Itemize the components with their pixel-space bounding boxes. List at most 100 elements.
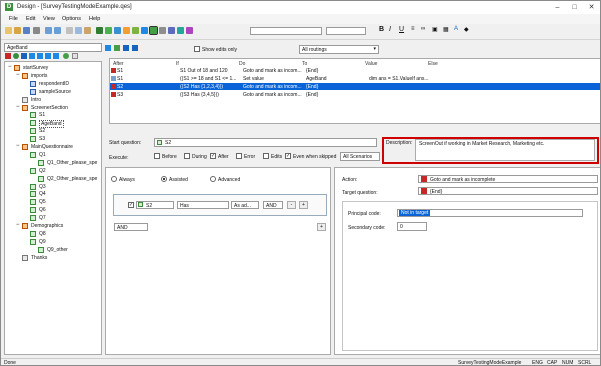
export-icon[interactable] — [177, 27, 184, 34]
cut-icon[interactable] — [66, 27, 73, 34]
tree-item-label[interactable]: Q7 — [39, 215, 46, 221]
show-edits-checkbox[interactable] — [194, 46, 200, 52]
tree-item-label[interactable]: Demographics — [31, 223, 63, 229]
tree-item-label[interactable]: Q4 — [39, 191, 46, 197]
collapse-icon[interactable]: − — [8, 64, 12, 70]
tree-item-label[interactable]: Q9_other — [47, 247, 68, 253]
tree-item-label[interactable]: sampleSource — [39, 89, 71, 95]
a-color-icon[interactable]: A — [454, 26, 458, 32]
condition-values-select[interactable]: As ad... — [231, 201, 259, 209]
group-join-select[interactable]: AND — [114, 223, 148, 231]
tree-item-label[interactable]: Q3 — [39, 184, 46, 190]
execute-error-checkbox[interactable] — [236, 153, 242, 159]
settings-icon[interactable] — [159, 27, 166, 34]
network-icon[interactable] — [149, 26, 158, 35]
execute-before-checkbox[interactable] — [154, 153, 160, 159]
theme-icon[interactable] — [186, 27, 193, 34]
mode-assisted-radio[interactable] — [161, 176, 167, 182]
size-combo[interactable] — [326, 27, 366, 35]
mode-always-radio[interactable] — [111, 176, 117, 182]
tree-item-label[interactable]: Q2_Other_please_spe — [47, 176, 97, 182]
target-question-select[interactable]: {End} — [418, 187, 598, 195]
table-icon[interactable]: ▦ — [443, 26, 449, 33]
underline-icon[interactable]: U — [399, 26, 404, 33]
tree-item-label[interactable]: Q2 — [39, 168, 46, 174]
tree-item-label[interactable]: Q6 — [39, 207, 46, 213]
arrow-left-icon[interactable] — [45, 53, 51, 59]
execute-during-checkbox[interactable] — [184, 153, 190, 159]
publish-icon[interactable] — [123, 27, 130, 34]
copy-icon[interactable] — [75, 27, 82, 34]
routing-icon[interactable] — [132, 27, 139, 34]
up-routing-icon[interactable] — [123, 45, 129, 51]
collapse-icon[interactable]: − — [16, 143, 20, 149]
question-icon[interactable] — [13, 53, 19, 59]
tree-item-label[interactable]: S2 — [39, 128, 45, 134]
condition-join-select[interactable]: AND — [263, 201, 283, 209]
menu-view[interactable]: View — [43, 16, 55, 22]
paste-icon[interactable] — [84, 27, 91, 34]
minimize-button[interactable]: – — [551, 3, 564, 12]
tree-item-label[interactable]: S1 — [39, 112, 45, 118]
tree-item-label[interactable]: ScreenerSection — [31, 105, 68, 111]
tree-item-label[interactable]: Q1_Other_please_spe — [47, 160, 97, 166]
arrow-down-icon[interactable] — [37, 53, 43, 59]
menu-edit[interactable]: Edit — [26, 16, 35, 22]
tree-item-label[interactable]: S3 — [39, 136, 45, 142]
add-icon[interactable] — [21, 53, 27, 59]
condition-question-select[interactable]: S2 — [136, 201, 174, 209]
close-button[interactable]: ✕ — [585, 3, 598, 12]
align-icon[interactable]: ≡ — [411, 26, 415, 32]
bold-icon[interactable]: B — [379, 26, 384, 33]
link-icon[interactable]: ∞ — [421, 26, 425, 32]
down-routing-icon[interactable] — [132, 45, 138, 51]
run-icon[interactable] — [96, 27, 103, 34]
execute-even-when-skipped-checkbox[interactable]: ✓ — [285, 153, 291, 159]
properties-icon[interactable] — [72, 53, 78, 59]
tree-item-label[interactable]: Q5 — [39, 199, 46, 205]
description-input[interactable]: ScreenOut if working in Market Research,… — [415, 139, 595, 161]
test-icon[interactable] — [105, 27, 112, 34]
scenario-select[interactable]: All Scenarios — [340, 152, 380, 161]
action-select[interactable]: Goto and mark as incomplete — [418, 175, 598, 183]
italic-icon[interactable]: I — [389, 26, 391, 33]
tree-item-label[interactable]: Thanks — [31, 255, 47, 261]
principal-code-select[interactable]: Not in target — [397, 209, 583, 217]
translate-icon[interactable] — [168, 27, 175, 34]
execute-edits-checkbox[interactable] — [263, 153, 269, 159]
mode-advanced-radio[interactable] — [210, 176, 216, 182]
print-icon[interactable] — [33, 27, 40, 34]
add-routing-icon[interactable] — [105, 45, 111, 51]
plus-icon[interactable] — [63, 53, 69, 59]
tree-item-label[interactable]: Q1 — [39, 152, 46, 158]
question-combo[interactable]: AgeBand — [4, 43, 102, 52]
collapse-icon[interactable]: − — [16, 72, 20, 78]
font-combo[interactable] — [250, 27, 322, 35]
start-question-select[interactable]: S2 — [154, 138, 377, 147]
tree-item-label[interactable]: Q8 — [39, 231, 46, 237]
remove-condition-button[interactable]: - — [287, 201, 296, 209]
save-icon[interactable] — [23, 27, 30, 34]
tree-item-label[interactable]: Q9 — [39, 239, 46, 245]
image-icon[interactable]: ▣ — [432, 26, 438, 33]
routing-filter-select[interactable]: All routings ▾ — [299, 45, 379, 54]
fill-icon[interactable]: ◆ — [464, 26, 469, 33]
tree-item-label[interactable]: startSurvey — [23, 65, 48, 71]
menu-help[interactable]: Help — [89, 16, 100, 22]
tree-item-label[interactable]: AgeBand — [39, 120, 64, 129]
tree-item-label[interactable]: Intro — [31, 97, 41, 103]
redo-icon[interactable] — [54, 27, 61, 34]
add-condition-button[interactable]: + — [299, 201, 308, 209]
copy-routing-icon[interactable] — [114, 45, 120, 51]
condition-enabled-checkbox[interactable]: ✓ — [128, 202, 134, 208]
execute-after-checkbox[interactable]: ✓ — [210, 153, 216, 159]
tree-item-label[interactable]: imports — [31, 73, 47, 79]
preview-icon[interactable] — [114, 27, 121, 34]
grid-icon[interactable] — [141, 27, 148, 34]
maximize-button[interactable]: □ — [568, 3, 581, 12]
collapse-icon[interactable]: − — [16, 104, 20, 110]
undo-icon[interactable] — [45, 27, 52, 34]
menu-options[interactable]: Options — [62, 16, 81, 22]
secondary-code-input[interactable]: 0 — [397, 222, 427, 231]
open-icon[interactable] — [14, 27, 21, 34]
